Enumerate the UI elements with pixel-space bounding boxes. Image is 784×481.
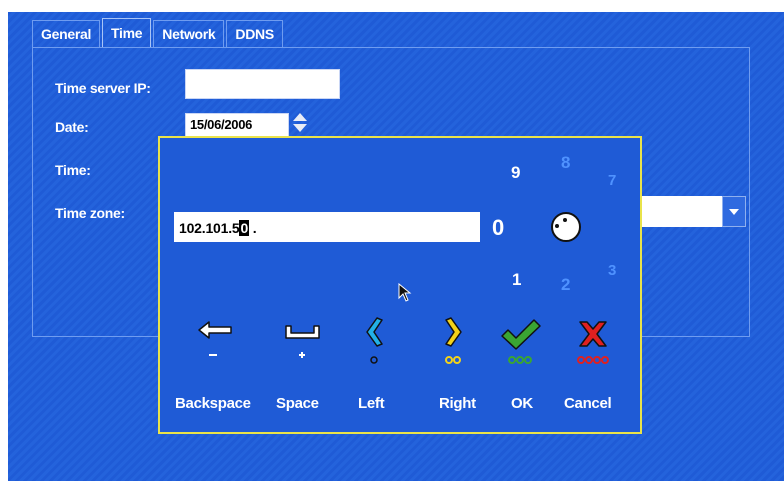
- date-label: Date:: [55, 119, 89, 135]
- wheel-digit-2[interactable]: 2: [561, 275, 570, 295]
- date-spinner[interactable]: [291, 112, 309, 138]
- tab-network[interactable]: Network: [153, 20, 225, 47]
- left-border: [0, 12, 8, 481]
- spin-up-icon[interactable]: [293, 113, 307, 121]
- tab-bar: General Time Network DDNS: [32, 18, 285, 47]
- wheel-digit-7[interactable]: 7: [608, 172, 616, 189]
- date-field[interactable]: 15/06/2006: [185, 113, 289, 137]
- time-server-label: Time server IP:: [55, 80, 151, 96]
- cancel-button[interactable]: Cancel: [564, 395, 612, 412]
- wheel-digit-1[interactable]: 1: [512, 270, 521, 290]
- selected-digit: 0: [492, 215, 505, 240]
- time-server-input[interactable]: [185, 69, 340, 99]
- timezone-select[interactable]: [640, 196, 722, 227]
- wheel-digit-3[interactable]: 3: [608, 262, 616, 279]
- ip-text-suffix: .: [249, 220, 257, 236]
- ip-caret: 0: [239, 220, 250, 236]
- tab-ddns[interactable]: DDNS: [226, 20, 283, 47]
- wheel-digit-8[interactable]: 8: [561, 153, 570, 173]
- green-check-icon[interactable]: [498, 316, 544, 368]
- time-label: Time:: [55, 162, 91, 178]
- mouse-pointer-icon: [398, 282, 414, 308]
- spin-down-icon[interactable]: [293, 124, 307, 132]
- backspace-arrow-icon[interactable]: [195, 316, 235, 368]
- top-border: [0, 0, 784, 12]
- right-chevron-icon[interactable]: [436, 316, 476, 368]
- chevron-down-icon[interactable]: [722, 196, 746, 227]
- backspace-button[interactable]: Backspace: [175, 395, 251, 412]
- space-icon[interactable]: [284, 316, 324, 368]
- wheel-digit-9[interactable]: 9: [511, 163, 520, 183]
- timezone-label: Time zone:: [55, 205, 125, 221]
- left-button[interactable]: Left: [358, 395, 385, 412]
- space-button[interactable]: Space: [276, 395, 319, 412]
- ok-button[interactable]: OK: [511, 395, 533, 412]
- left-chevron-icon[interactable]: [356, 316, 396, 368]
- right-button[interactable]: Right: [439, 395, 476, 412]
- tab-general[interactable]: General: [32, 20, 101, 47]
- red-x-icon[interactable]: [569, 316, 619, 368]
- tab-time[interactable]: Time: [102, 18, 152, 47]
- ip-input-field[interactable]: 102.101.50 .: [174, 212, 480, 242]
- dial-knob-icon[interactable]: [551, 212, 581, 242]
- ip-text: 102.101.5: [179, 220, 240, 236]
